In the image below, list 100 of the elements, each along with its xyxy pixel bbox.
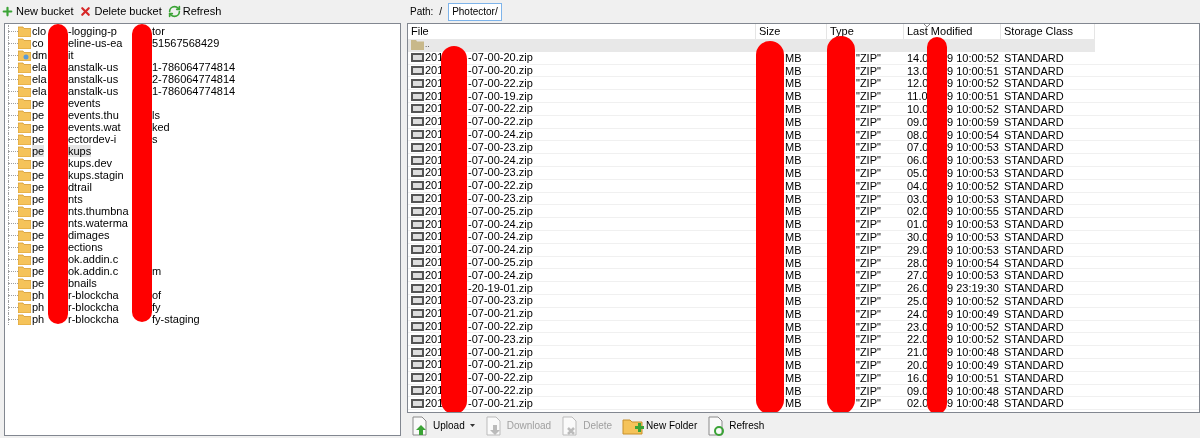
bucket-name[interactable]: dimages	[68, 229, 110, 241]
file-size: MB	[785, 103, 802, 115]
file-name: 201	[425, 166, 444, 179]
bucket-name[interactable]: pe	[32, 133, 45, 145]
bucket-name[interactable]: s	[152, 133, 158, 145]
storage-class: STANDARD	[1004, 179, 1064, 192]
bucket-name[interactable]: of	[152, 289, 162, 301]
bucket-name[interactable]: pe	[32, 241, 45, 253]
bucket-name[interactable]: ls	[152, 109, 160, 121]
file-size: MB	[785, 269, 802, 282]
file-name: 201	[425, 64, 444, 77]
bucket-name[interactable]: events.wat	[68, 121, 121, 133]
toolbar-button[interactable]: New bucket	[1, 3, 74, 20]
bucket-name[interactable]: nts	[68, 193, 83, 205]
modified-date: 9 10:00:53	[947, 166, 999, 179]
bucket-name[interactable]: ph	[32, 289, 45, 301]
bucket-name[interactable]: eline-us-ea	[68, 37, 123, 49]
bucket-name[interactable]: 1-786064774814	[152, 61, 236, 73]
zip-file-icon	[411, 168, 424, 178]
bucket-name[interactable]: ok.addin.c	[68, 265, 119, 277]
file-type: "ZIP"	[856, 64, 881, 77]
bucket-name[interactable]: ela	[32, 61, 47, 73]
bucket-name[interactable]: kups	[68, 145, 92, 157]
file-size: MB	[785, 64, 802, 77]
file-type: "ZIP"	[856, 282, 881, 294]
bucket-name[interactable]: 2-786064774814	[152, 73, 236, 85]
bucket-name[interactable]: pe	[32, 277, 45, 289]
toolbar-button[interactable]: Refresh	[707, 415, 765, 436]
bucket-name[interactable]: clo	[32, 25, 47, 37]
file-name: 201	[425, 268, 444, 281]
bucket-name[interactable]: co	[32, 37, 44, 49]
bucket-name[interactable]: ph	[32, 301, 45, 313]
bucket-name[interactable]: -logging-p	[68, 25, 117, 37]
bucket-name[interactable]: ectordev-i	[68, 133, 117, 145]
bucket-name[interactable]: pe	[32, 145, 45, 157]
folder-icon	[18, 85, 31, 97]
file-name: -07-00-22.zip	[468, 320, 533, 333]
bucket-name[interactable]: kups.stagin	[68, 169, 124, 181]
file-name: -07-00-21.zip	[468, 307, 533, 321]
bucket-name[interactable]: r-blockcha	[68, 301, 119, 313]
bucket-name[interactable]: pe	[32, 217, 45, 229]
bucket-name[interactable]: anstalk-us	[68, 85, 119, 97]
bucket-name[interactable]: ela	[32, 85, 47, 97]
bucket-name[interactable]: it	[68, 49, 74, 61]
bucket-name[interactable]: ked	[152, 121, 170, 133]
bucket-name[interactable]: ections	[68, 241, 103, 253]
file-name: 201	[425, 294, 444, 307]
bucket-name[interactable]: nts.waterma	[68, 217, 128, 229]
bucket-name[interactable]: pe	[32, 109, 45, 121]
bucket-name[interactable]: pe	[32, 265, 45, 277]
bucket-name[interactable]: pe	[32, 121, 45, 133]
bucket-name[interactable]: ela	[32, 73, 47, 85]
bucket-name[interactable]: events	[68, 97, 101, 109]
bucket-name[interactable]: fy-staging	[152, 313, 200, 325]
storage-class: STANDARD	[1004, 154, 1064, 167]
toolbar-button[interactable]: Delete bucket	[79, 3, 162, 20]
file-name: -07-00-25.zip	[468, 256, 533, 269]
bucket-name[interactable]: fy	[152, 301, 161, 313]
folder-icon	[18, 229, 31, 241]
bucket-name[interactable]: r-blockcha	[68, 313, 119, 325]
bucket-name[interactable]: pe	[32, 157, 45, 169]
bucket-name[interactable]: pe	[32, 193, 45, 205]
toolbar-button[interactable]: Upload	[411, 415, 475, 436]
path-segment[interactable]: Photector/	[448, 2, 502, 21]
bucket-name[interactable]: pe	[32, 97, 45, 109]
toolbar-button[interactable]: New Folder	[622, 416, 698, 435]
modified-date: 9 10:00:53	[947, 192, 999, 205]
bucket-name[interactable]: m	[152, 265, 162, 277]
file-name: 201	[425, 371, 444, 384]
bucket-name[interactable]: nts.thumbna	[68, 205, 129, 217]
bucket-name[interactable]: ph	[32, 313, 45, 325]
bucket-name[interactable]: tor	[152, 25, 165, 37]
bucket-name[interactable]: 51567568429	[152, 37, 220, 49]
file-size: MB	[785, 77, 802, 90]
file-name: -07-00-23.zip	[468, 192, 533, 205]
bucket-name[interactable]: anstalk-us	[68, 73, 119, 85]
bucket-name[interactable]: bnails	[68, 277, 97, 289]
file-name: -07-00-23.zip	[468, 166, 533, 180]
storage-class: STANDARD	[1004, 256, 1064, 269]
bucket-name[interactable]: pe	[32, 169, 45, 181]
bucket-name[interactable]: dtrail	[68, 181, 92, 193]
parent-folder-row[interactable]: ..	[408, 39, 1095, 52]
file-type: "ZIP"	[856, 218, 881, 230]
bucket-name[interactable]: pe	[32, 205, 45, 217]
bucket-name[interactable]: pe	[32, 253, 45, 265]
file-type: "ZIP"	[856, 179, 881, 192]
bucket-name[interactable]: 1-786064774814	[152, 85, 236, 97]
bucket-name[interactable]: anstalk-us	[68, 61, 119, 73]
bucket-name[interactable]: dm	[32, 49, 48, 61]
modified-date: 9 10:00:54	[947, 128, 999, 141]
shared-folder-icon	[18, 49, 31, 61]
file-type: "ZIP"	[856, 384, 881, 397]
bucket-name[interactable]: events.thu	[68, 109, 119, 121]
bucket-name[interactable]: pe	[32, 229, 45, 241]
bucket-name[interactable]: ok.addin.c	[68, 253, 119, 265]
bucket-name[interactable]: r-blockcha	[68, 289, 119, 301]
bucket-name[interactable]: kups.dev	[68, 157, 113, 169]
bucket-name[interactable]: pe	[32, 181, 45, 193]
storage-class: STANDARD	[1004, 282, 1064, 295]
toolbar-button[interactable]: Refresh	[167, 3, 222, 20]
